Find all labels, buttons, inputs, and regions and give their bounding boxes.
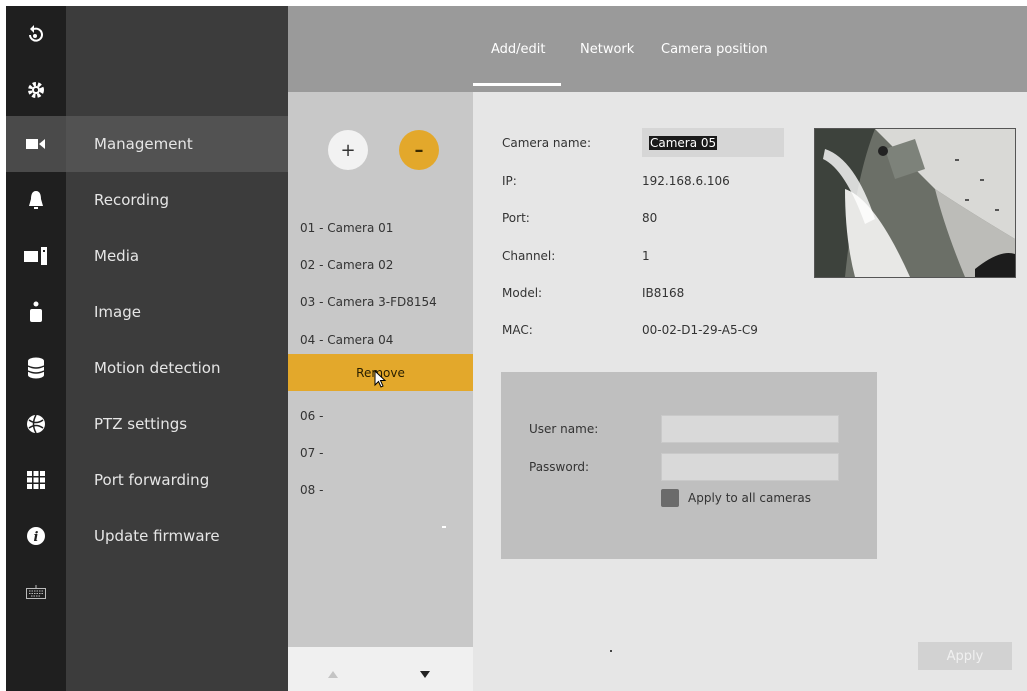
menu-item-management[interactable]: Management — [66, 116, 288, 172]
settings-menu: Management Recording Media Image Motion … — [66, 6, 288, 691]
apply-all-checkbox[interactable] — [661, 489, 679, 507]
scroll-up-icon[interactable] — [328, 671, 338, 678]
tab-add-edit[interactable]: Add/edit — [491, 42, 546, 57]
camera-list-item[interactable]: 08 - — [300, 483, 323, 497]
tab-network[interactable]: Network — [580, 42, 634, 57]
icon-rail: i — [6, 6, 66, 691]
model-label: Model: — [502, 286, 543, 300]
channel-label: Channel: — [502, 249, 556, 263]
menu-item-media[interactable]: Media — [66, 228, 288, 284]
camera-list-item[interactable]: 07 - — [300, 446, 323, 460]
top-tab-bar: Add/edit Network Camera position — [288, 6, 1027, 92]
menu-item-recording[interactable]: Recording — [66, 172, 288, 228]
camera-preview-image — [814, 128, 1016, 278]
app-frame: i Management Recording Media Image Motio… — [6, 6, 1027, 691]
info-icon[interactable]: i — [6, 508, 66, 564]
add-camera-button[interactable]: + — [328, 130, 368, 170]
mac-label: MAC: — [502, 323, 533, 337]
camera-list-pager — [288, 647, 473, 691]
channel-value: 1 — [642, 249, 650, 263]
camera-list-item[interactable]: 04 - Camera 04 — [300, 333, 393, 347]
apply-button[interactable]: Apply — [918, 642, 1012, 670]
person-icon[interactable] — [6, 284, 66, 340]
menu-item-image[interactable]: Image — [66, 284, 288, 340]
camera-name-field[interactable]: Camera 05 — [642, 128, 784, 157]
menu-item-ptz-settings[interactable]: PTZ settings — [66, 396, 288, 452]
camera-name-value: Camera 05 — [649, 135, 718, 150]
ip-label: IP: — [502, 174, 517, 188]
back-icon[interactable] — [6, 6, 66, 62]
globe-icon[interactable] — [6, 396, 66, 452]
grid-icon[interactable] — [6, 452, 66, 508]
camera-icon[interactable] — [6, 116, 66, 172]
camera-list-item[interactable]: 03 - Camera 3-FD8154 — [300, 295, 437, 309]
menu-item-update-firmware[interactable]: Update firmware — [66, 508, 288, 564]
username-input[interactable] — [661, 415, 839, 443]
port-label: Port: — [502, 211, 530, 225]
active-tab-indicator — [473, 83, 561, 86]
menu-item-motion-detection[interactable]: Motion detection — [66, 340, 288, 396]
camera-name-label: Camera name: — [502, 136, 591, 150]
database-icon[interactable] — [6, 340, 66, 396]
model-value: IB8168 — [642, 286, 685, 300]
port-value: 80 — [642, 211, 658, 225]
ip-value: 192.168.6.106 — [642, 174, 730, 188]
tab-camera-position[interactable]: Camera position — [661, 42, 768, 57]
password-input[interactable] — [661, 453, 839, 481]
mac-value: 00-02-D1-29-A5-C9 — [642, 323, 758, 337]
remove-camera-button[interactable]: – — [399, 130, 439, 170]
svg-text:i: i — [34, 530, 39, 545]
list-dot-marker — [442, 526, 446, 528]
camera-list-panel: + – 01 - Camera 01 02 - Camera 02 03 - C… — [288, 92, 473, 647]
password-label: Password: — [529, 460, 590, 474]
credentials-panel: User name: Password: Apply to all camera… — [501, 372, 877, 559]
camera-list-item[interactable]: 06 - — [300, 409, 323, 423]
menu-item-port-forwarding[interactable]: Port forwarding — [66, 452, 288, 508]
scroll-down-icon[interactable] — [420, 671, 430, 678]
monitor-icon[interactable] — [6, 228, 66, 284]
gear-icon[interactable] — [6, 62, 66, 118]
camera-list-item[interactable]: 02 - Camera 02 — [300, 258, 393, 272]
keyboard-icon[interactable] — [6, 564, 66, 620]
username-label: User name: — [529, 422, 599, 436]
stray-dot — [610, 650, 612, 652]
bell-icon[interactable] — [6, 172, 66, 228]
camera-list-item[interactable]: 01 - Camera 01 — [300, 221, 393, 235]
mouse-cursor-icon — [374, 370, 387, 388]
apply-all-label: Apply to all cameras — [688, 491, 811, 505]
